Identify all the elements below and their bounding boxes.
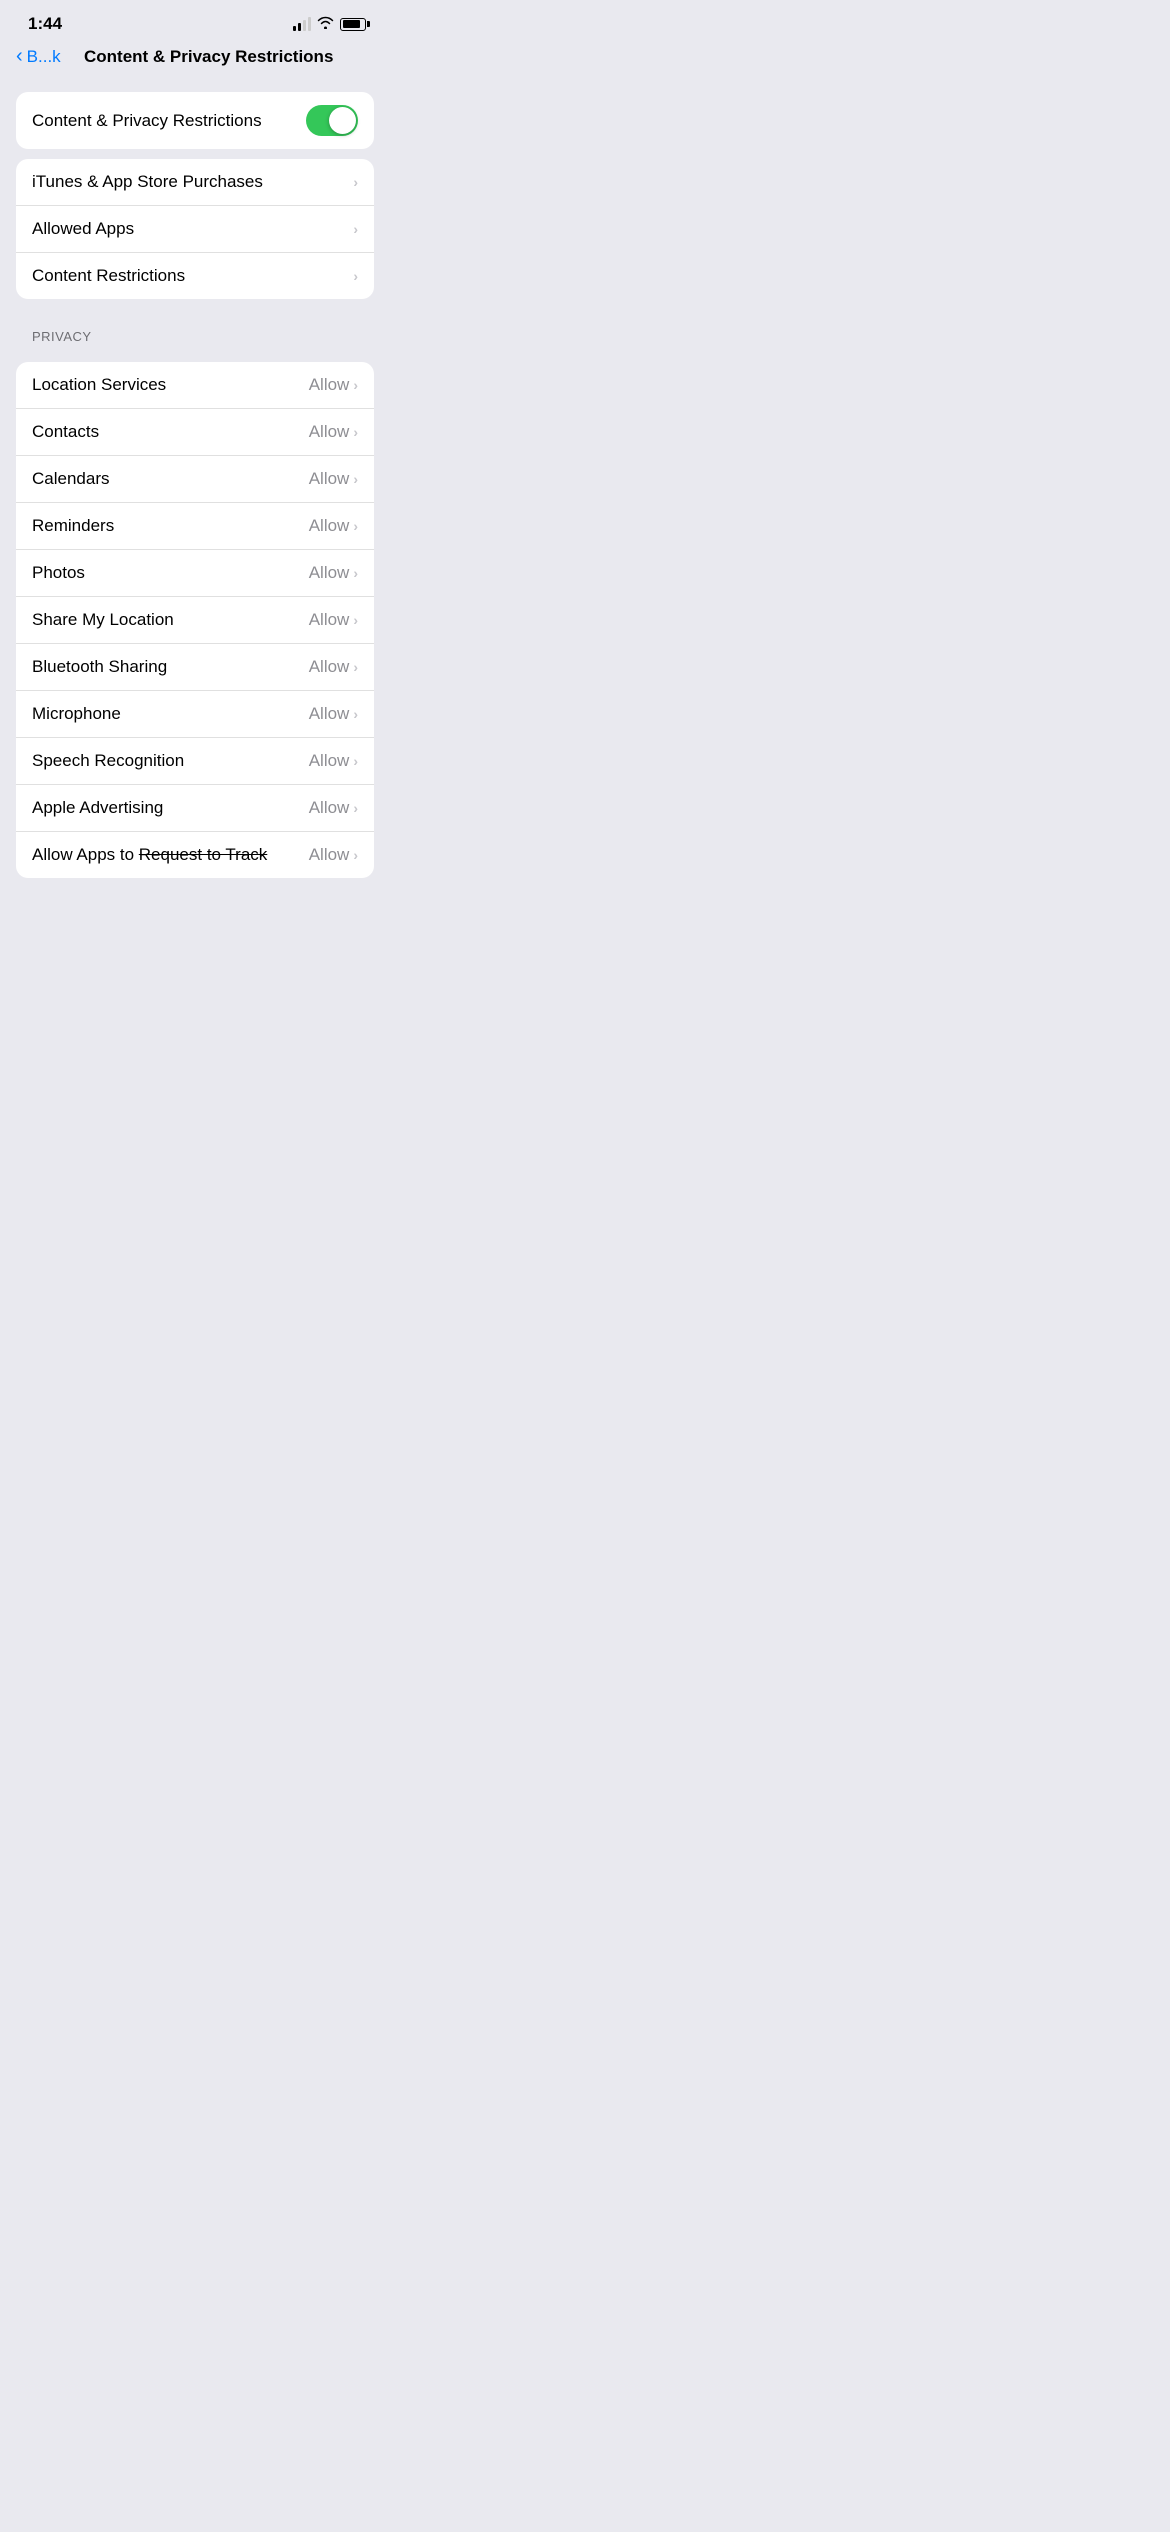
allow-apps-track-chevron-icon: ›: [353, 847, 358, 863]
battery-fill: [343, 20, 361, 28]
location-services-label: Location Services: [32, 375, 166, 395]
status-bar: 1:44: [0, 0, 390, 40]
reminders-chevron-icon: ›: [353, 518, 358, 534]
microphone-right: Allow ›: [309, 704, 358, 724]
calendars-row[interactable]: Calendars Allow ›: [16, 456, 374, 503]
location-services-row[interactable]: Location Services Allow ›: [16, 362, 374, 409]
allowed-apps-chevron-icon: ›: [353, 221, 358, 237]
nav-bar: ‹ B...k Content & Privacy Restrictions: [0, 40, 390, 82]
content-restrictions-chevron-icon: ›: [353, 268, 358, 284]
share-my-location-chevron-icon: ›: [353, 612, 358, 628]
status-icons: [293, 16, 366, 32]
bluetooth-sharing-value: Allow: [309, 657, 350, 677]
photos-chevron-icon: ›: [353, 565, 358, 581]
content-restrictions-row[interactable]: Content Restrictions ›: [16, 253, 374, 299]
speech-recognition-right: Allow ›: [309, 751, 358, 771]
main-items-section: iTunes & App Store Purchases › Allowed A…: [16, 159, 374, 299]
content-privacy-toggle-row: Content & Privacy Restrictions: [16, 92, 374, 149]
content-restrictions-label: Content Restrictions: [32, 266, 185, 286]
reminders-label: Reminders: [32, 516, 114, 536]
location-services-value: Allow: [309, 375, 350, 395]
apple-advertising-row[interactable]: Apple Advertising Allow ›: [16, 785, 374, 832]
microphone-label: Microphone: [32, 704, 121, 724]
allowed-apps-label: Allowed Apps: [32, 219, 134, 239]
calendars-value: Allow: [309, 469, 350, 489]
itunes-chevron-icon: ›: [353, 174, 358, 190]
microphone-value: Allow: [309, 704, 350, 724]
share-my-location-row[interactable]: Share My Location Allow ›: [16, 597, 374, 644]
allow-apps-track-value: Allow: [309, 845, 350, 865]
back-chevron-icon: ‹: [16, 45, 23, 68]
apple-advertising-value: Allow: [309, 798, 350, 818]
allow-apps-track-right: Allow ›: [309, 845, 358, 865]
privacy-items-section: Location Services Allow › Contacts Allow…: [16, 362, 374, 878]
signal-icon: [293, 17, 311, 31]
status-time: 1:44: [28, 14, 62, 34]
apple-advertising-right: Allow ›: [309, 798, 358, 818]
bluetooth-sharing-chevron-icon: ›: [353, 659, 358, 675]
allow-apps-track-label: Allow Apps to Request to Track: [32, 845, 267, 865]
bluetooth-sharing-right: Allow ›: [309, 657, 358, 677]
allow-apps-track-row[interactable]: Allow Apps to Request to Track Allow ›: [16, 832, 374, 878]
toggle-label: Content & Privacy Restrictions: [32, 111, 262, 131]
itunes-app-store-row[interactable]: iTunes & App Store Purchases ›: [16, 159, 374, 206]
content-restrictions-right: ›: [353, 268, 358, 284]
contacts-chevron-icon: ›: [353, 424, 358, 440]
reminders-value: Allow: [309, 516, 350, 536]
bluetooth-sharing-row[interactable]: Bluetooth Sharing Allow ›: [16, 644, 374, 691]
contacts-value: Allow: [309, 422, 350, 442]
contacts-right: Allow ›: [309, 422, 358, 442]
privacy-section-label: PRIVACY: [0, 309, 390, 352]
reminders-right: Allow ›: [309, 516, 358, 536]
content-privacy-toggle[interactable]: [306, 105, 358, 136]
share-my-location-label: Share My Location: [32, 610, 174, 630]
back-label: B...k: [27, 47, 61, 67]
itunes-row-right: ›: [353, 174, 358, 190]
apple-advertising-label: Apple Advertising: [32, 798, 163, 818]
calendars-chevron-icon: ›: [353, 471, 358, 487]
calendars-label: Calendars: [32, 469, 110, 489]
apple-advertising-chevron-icon: ›: [353, 800, 358, 816]
photos-row[interactable]: Photos Allow ›: [16, 550, 374, 597]
microphone-row[interactable]: Microphone Allow ›: [16, 691, 374, 738]
photos-right: Allow ›: [309, 563, 358, 583]
bluetooth-sharing-label: Bluetooth Sharing: [32, 657, 167, 677]
speech-recognition-chevron-icon: ›: [353, 753, 358, 769]
location-services-right: Allow ›: [309, 375, 358, 395]
itunes-app-store-label: iTunes & App Store Purchases: [32, 172, 263, 192]
calendars-right: Allow ›: [309, 469, 358, 489]
photos-value: Allow: [309, 563, 350, 583]
battery-icon: [340, 18, 366, 31]
contacts-label: Contacts: [32, 422, 99, 442]
location-services-chevron-icon: ›: [353, 377, 358, 393]
share-my-location-value: Allow: [309, 610, 350, 630]
allowed-apps-right: ›: [353, 221, 358, 237]
contacts-row[interactable]: Contacts Allow ›: [16, 409, 374, 456]
toggle-knob: [329, 107, 356, 134]
back-button[interactable]: ‹ B...k: [16, 46, 76, 68]
speech-recognition-row[interactable]: Speech Recognition Allow ›: [16, 738, 374, 785]
speech-recognition-label: Speech Recognition: [32, 751, 184, 771]
speech-recognition-value: Allow: [309, 751, 350, 771]
reminders-row[interactable]: Reminders Allow ›: [16, 503, 374, 550]
share-my-location-right: Allow ›: [309, 610, 358, 630]
photos-label: Photos: [32, 563, 85, 583]
wifi-icon: [317, 16, 334, 32]
allowed-apps-row[interactable]: Allowed Apps ›: [16, 206, 374, 253]
microphone-chevron-icon: ›: [353, 706, 358, 722]
page-title: Content & Privacy Restrictions: [84, 47, 374, 67]
